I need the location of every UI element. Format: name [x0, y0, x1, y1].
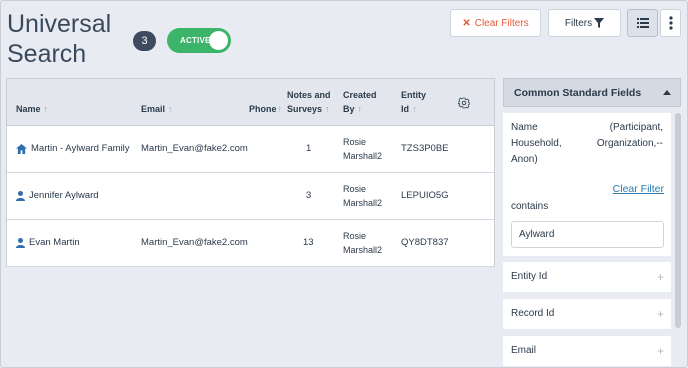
sort-arrow-icon: ↑	[277, 104, 283, 114]
toggle-label: ACTIVE	[180, 36, 211, 45]
gear-icon[interactable]	[458, 97, 470, 109]
filter-operator-label: contains	[511, 201, 549, 212]
field-item-entity-id[interactable]: Entity Id +	[503, 262, 671, 292]
sort-arrow-icon: ↑	[412, 104, 417, 114]
clear-filters-label: Clear Filters	[474, 17, 529, 29]
clear-filters-button[interactable]: ✕ Clear Filters	[450, 9, 541, 37]
clear-filter-link[interactable]: Clear Filter	[613, 183, 664, 195]
column-header-created-line2: By	[343, 104, 355, 114]
field-item-label: Entity Id	[511, 271, 548, 282]
filters-button[interactable]: Filters	[548, 9, 621, 37]
panel-scrollbar[interactable]	[675, 113, 681, 328]
row-notes: 3	[306, 190, 312, 201]
column-header-phone-label: Phone	[249, 104, 277, 114]
row-created-line1: Rosie	[343, 137, 367, 147]
plus-icon: +	[656, 270, 664, 284]
column-header-entity-line2: Id	[401, 104, 409, 114]
row-created-line2: Marshall2	[343, 151, 383, 161]
more-options-button[interactable]	[660, 9, 681, 37]
row-entity-id: TZS3P0BE	[401, 143, 449, 154]
column-header-created-line1: Created	[343, 90, 377, 100]
name-field-label-line3: Anon)	[511, 154, 538, 165]
column-header-name-label: Name	[16, 104, 41, 114]
name-field-label: Name (Participant, Household, Organizati…	[511, 120, 663, 168]
column-header-entity-line1: Entity	[401, 90, 427, 100]
sort-arrow-icon: ↑	[43, 104, 49, 114]
sort-arrow-icon: ↑	[325, 104, 330, 114]
row-created-line2: Marshall2	[343, 198, 383, 208]
vertical-ellipsis-icon	[668, 16, 673, 30]
row-created-line1: Rosie	[343, 184, 367, 194]
sort-arrow-icon: ↑	[168, 104, 173, 114]
plus-icon: +	[656, 307, 664, 321]
table-header: Name ↑ Email ↑ Phone↑ Notes and Surveys ↑ C…	[7, 79, 494, 126]
funnel-icon	[594, 18, 605, 28]
row-email: Martin_Evan@fake2.com	[141, 237, 248, 248]
row-entity-id: LEPUIO5G	[401, 190, 449, 201]
column-header-notes-line2: Surveys	[287, 104, 323, 114]
page-title: Universal Search	[7, 9, 111, 69]
table-row[interactable]: Jennifer Aylward 3 Rosie Marshall2 LEPUI…	[7, 173, 494, 220]
column-header-notes-line1: Notes and	[287, 90, 331, 100]
name-cell[interactable]: Jennifer Aylward	[16, 189, 99, 203]
results-table: Name ↑ Email ↑ Phone↑ Notes and Surveys ↑ C…	[6, 78, 495, 267]
clear-icon: ✕	[462, 17, 471, 29]
column-header-email[interactable]: Email ↑	[141, 102, 173, 116]
column-header-notes[interactable]: Notes and Surveys ↑	[287, 88, 331, 116]
list-view-button[interactable]	[627, 9, 658, 37]
panel-title: Common Standard Fields	[514, 87, 642, 99]
row-name: Martin - Aylward Family	[31, 143, 130, 154]
column-header-name[interactable]: Name ↑	[16, 102, 48, 116]
list-icon	[636, 18, 649, 28]
row-name: Jennifer Aylward	[29, 190, 99, 201]
column-header-entity-id[interactable]: Entity Id ↑	[401, 88, 426, 116]
sort-arrow-icon: ↑	[357, 104, 363, 114]
row-created-by: Rosie Marshall2	[343, 229, 382, 257]
page-title-line2: Search	[7, 40, 87, 68]
column-header-email-label: Email	[141, 104, 166, 114]
name-field-label-line1: Name (Participant,	[511, 122, 663, 133]
plus-icon: +	[656, 344, 664, 358]
name-cell[interactable]: Martin - Aylward Family	[16, 142, 130, 156]
field-item-email[interactable]: Email +	[503, 336, 671, 366]
caret-up-icon	[663, 90, 671, 95]
field-item-record-id[interactable]: Record Id +	[503, 299, 671, 329]
row-name: Evan Martin	[29, 237, 80, 248]
row-notes: 1	[306, 143, 312, 154]
row-created-by: Rosie Marshall2	[343, 182, 382, 210]
table-row[interactable]: Martin - Aylward Family Martin_Evan@fake…	[7, 126, 494, 173]
field-item-label: Record Id	[511, 308, 555, 319]
active-status-toggle[interactable]: ACTIVE	[167, 28, 231, 53]
name-field-label-line2: Household, Organization,--	[511, 138, 663, 149]
row-created-line1: Rosie	[343, 231, 367, 241]
person-icon	[16, 191, 25, 201]
common-standard-fields-header[interactable]: Common Standard Fields	[503, 78, 681, 107]
table-row[interactable]: Evan Martin Martin_Evan@fake2.com 13 Ros…	[7, 220, 494, 267]
page-title-line1: Universal	[7, 10, 112, 38]
filters-label: Filters	[564, 17, 593, 29]
result-count-badge: 3	[133, 31, 156, 51]
row-email: Martin_Evan@fake2.com	[141, 143, 248, 154]
name-filter-input[interactable]	[511, 221, 664, 248]
row-created-line2: Marshall2	[343, 245, 383, 255]
home-icon	[16, 144, 27, 154]
person-icon	[16, 238, 25, 248]
row-created-by: Rosie Marshall2	[343, 135, 382, 163]
row-entity-id: QY8DT837	[401, 237, 449, 248]
name-filter-card: Name (Participant, Household, Organizati…	[503, 113, 671, 256]
column-header-created-by[interactable]: Created By ↑	[343, 88, 377, 116]
name-cell[interactable]: Evan Martin	[16, 236, 80, 250]
field-item-label: Email	[511, 345, 537, 356]
column-header-phone[interactable]: Phone↑	[249, 102, 282, 116]
toggle-knob	[209, 31, 228, 50]
row-notes: 13	[303, 237, 314, 248]
